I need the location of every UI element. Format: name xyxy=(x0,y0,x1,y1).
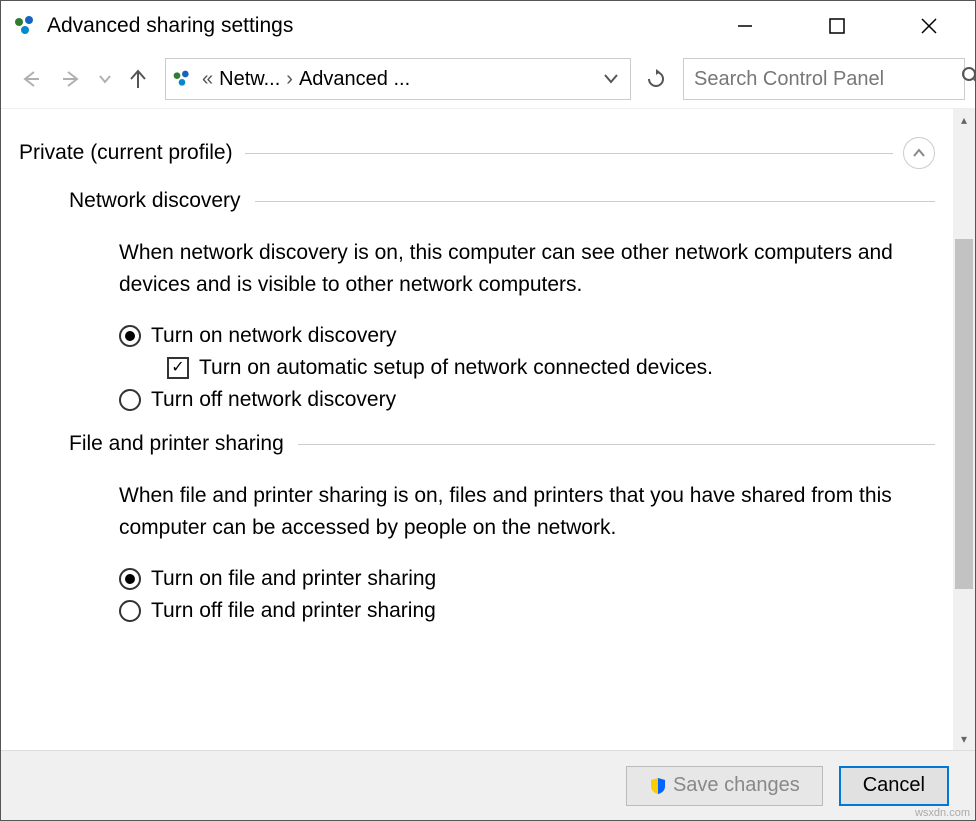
divider xyxy=(255,201,935,202)
cancel-button[interactable]: Cancel xyxy=(839,766,949,806)
refresh-icon xyxy=(646,69,666,89)
watermark: wsxdn.com xyxy=(915,807,970,819)
radio-turn-on-sharing[interactable]: Turn on file and printer sharing xyxy=(119,567,935,591)
profile-section-header: Private (current profile) xyxy=(19,137,935,169)
chevron-up-icon xyxy=(912,146,926,160)
maximize-button[interactable] xyxy=(791,4,883,48)
shield-icon xyxy=(649,777,667,795)
history-dropdown[interactable] xyxy=(95,73,115,85)
divider xyxy=(245,153,893,154)
radio-label: Turn on network discovery xyxy=(151,324,397,348)
titlebar: Advanced sharing settings xyxy=(1,1,975,50)
network-discovery-options: Turn on network discovery Turn on automa… xyxy=(119,324,935,412)
radio-label: Turn off network discovery xyxy=(151,388,396,412)
save-changes-button[interactable]: Save changes xyxy=(626,766,823,806)
maximize-icon xyxy=(829,18,845,34)
chevron-down-icon xyxy=(604,71,618,85)
close-button[interactable] xyxy=(883,4,975,48)
radio-icon xyxy=(119,600,141,622)
content-area: Private (current profile) Network discov… xyxy=(1,108,975,750)
cancel-button-label: Cancel xyxy=(863,774,925,797)
subsection-label: File and printer sharing xyxy=(69,432,284,456)
network-sharing-icon xyxy=(13,14,37,38)
save-button-label: Save changes xyxy=(673,774,800,797)
file-sharing-description: When file and printer sharing is on, fil… xyxy=(119,480,935,543)
file-sharing-section: File and printer sharing When file and p… xyxy=(69,432,935,623)
breadcrumb-separator: « xyxy=(202,68,213,91)
arrow-right-icon xyxy=(61,68,83,90)
window-title: Advanced sharing settings xyxy=(47,14,293,38)
network-discovery-description: When network discovery is on, this compu… xyxy=(119,237,935,300)
network-sharing-icon xyxy=(172,69,192,89)
footer-bar: Save changes Cancel xyxy=(1,750,975,820)
network-discovery-section: Network discovery When network discovery… xyxy=(69,189,935,412)
radio-label: Turn off file and printer sharing xyxy=(151,599,436,623)
search-icon[interactable] xyxy=(961,66,976,92)
radio-turn-off-discovery[interactable]: Turn off network discovery xyxy=(119,388,935,412)
subsection-header: Network discovery xyxy=(69,189,935,213)
breadcrumb-item[interactable]: Advanced ... xyxy=(299,68,410,91)
radio-icon xyxy=(119,389,141,411)
checkbox-auto-setup[interactable]: Turn on automatic setup of network conne… xyxy=(167,356,935,380)
scroll-down-icon[interactable]: ▾ xyxy=(953,728,975,750)
radio-turn-on-discovery[interactable]: Turn on network discovery xyxy=(119,324,935,348)
file-sharing-options: Turn on file and printer sharing Turn of… xyxy=(119,567,935,623)
minimize-button[interactable] xyxy=(699,4,791,48)
scroll-thumb[interactable] xyxy=(955,239,973,589)
radio-label: Turn on file and printer sharing xyxy=(151,567,436,591)
collapse-button[interactable] xyxy=(903,137,935,169)
subsection-header: File and printer sharing xyxy=(69,432,935,456)
breadcrumb-dropdown[interactable] xyxy=(598,68,624,91)
radio-icon xyxy=(119,568,141,590)
forward-button[interactable] xyxy=(53,60,91,98)
window-controls xyxy=(699,4,975,48)
window-frame: Advanced sharing settings xyxy=(0,0,976,821)
arrow-up-icon xyxy=(127,68,149,90)
subsection-label: Network discovery xyxy=(69,189,241,213)
breadcrumb[interactable]: « Netw... › Advanced ... xyxy=(165,58,631,100)
divider xyxy=(298,444,935,445)
close-icon xyxy=(921,18,937,34)
search-box[interactable] xyxy=(683,58,965,100)
arrow-left-icon xyxy=(19,68,41,90)
checkbox-icon xyxy=(167,357,189,379)
checkbox-label: Turn on automatic setup of network conne… xyxy=(199,356,713,380)
search-input[interactable] xyxy=(692,67,961,92)
minimize-icon xyxy=(737,18,753,34)
profile-label: Private (current profile) xyxy=(19,141,233,165)
settings-panel: Private (current profile) Network discov… xyxy=(1,109,953,750)
scroll-up-icon[interactable]: ▴ xyxy=(953,109,975,131)
radio-icon xyxy=(119,325,141,347)
breadcrumb-item[interactable]: Netw... xyxy=(219,68,280,91)
up-button[interactable] xyxy=(119,60,157,98)
back-button[interactable] xyxy=(11,60,49,98)
radio-turn-off-sharing[interactable]: Turn off file and printer sharing xyxy=(119,599,935,623)
vertical-scrollbar[interactable]: ▴ ▾ xyxy=(953,109,975,750)
refresh-button[interactable] xyxy=(639,58,673,100)
navigation-bar: « Netw... › Advanced ... xyxy=(1,50,975,108)
chevron-down-icon xyxy=(99,73,111,85)
breadcrumb-chevron-icon: › xyxy=(286,68,293,91)
